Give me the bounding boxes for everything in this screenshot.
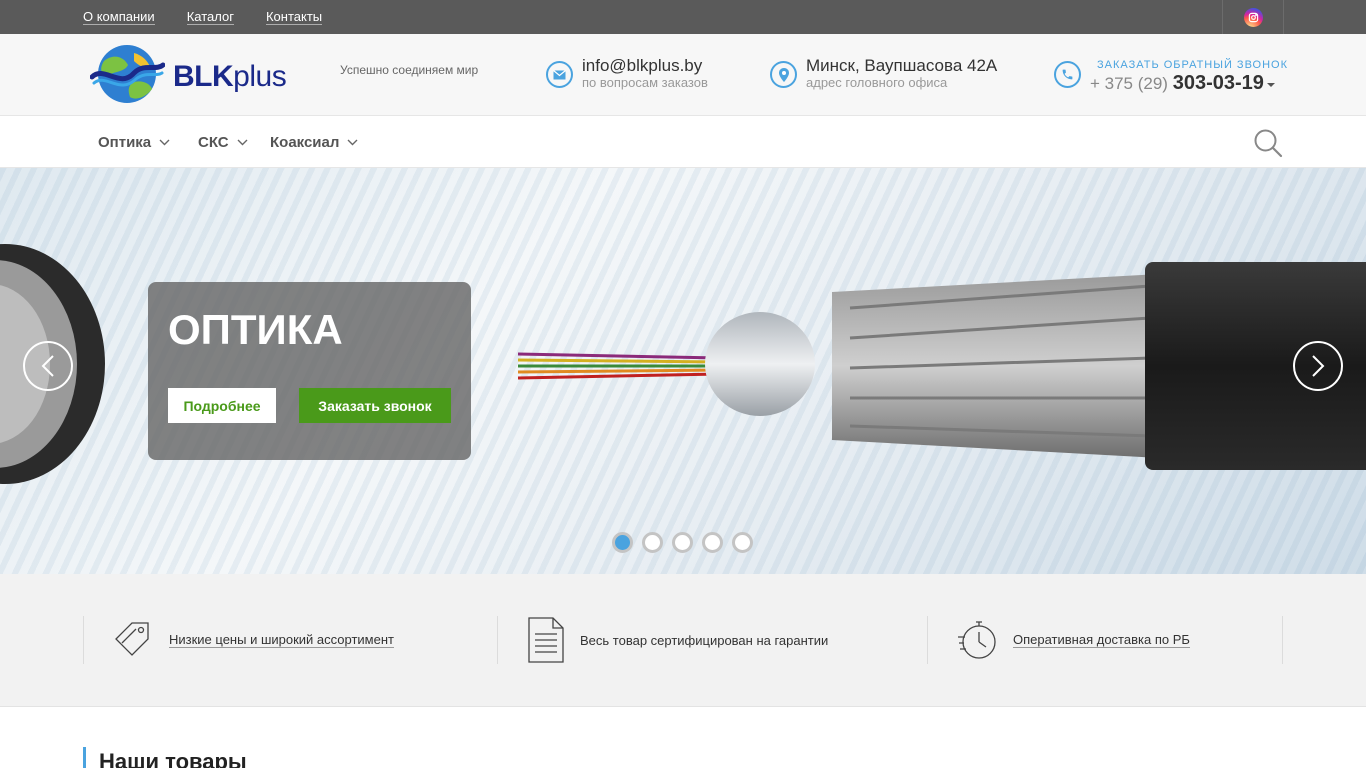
slide-caption: ОПТИКА Подробнее Заказать звонок <box>148 282 471 460</box>
slider-dot-3[interactable] <box>672 532 693 553</box>
callback-link[interactable]: ЗАКАЗАТЬ ОБРАТНЫЙ ЗВОНОК <box>1097 59 1288 71</box>
nav-item-scs[interactable]: СКС <box>198 134 248 151</box>
search-icon[interactable] <box>1253 128 1283 158</box>
email-caption: по вопросам заказов <box>582 75 708 90</box>
slider-dot-2[interactable] <box>642 532 663 553</box>
hero-slider: ОПТИКА Подробнее Заказать звонок <box>0 168 1366 574</box>
envelope-icon <box>546 61 573 88</box>
features-strip: Низкие цены и широкий ассортимент Весь т… <box>0 574 1366 707</box>
main-nav: Оптика СКС Коаксиал <box>0 116 1366 168</box>
location-pin-icon <box>770 61 797 88</box>
link-catalog[interactable]: Каталог <box>186 9 234 25</box>
divider <box>83 616 84 664</box>
phone-number[interactable]: + 375 (29) 303-03-19 <box>1090 72 1275 95</box>
nav-item-coax[interactable]: Коаксиал <box>270 134 358 151</box>
divider <box>1282 616 1283 664</box>
next-slide-button[interactable] <box>1293 341 1343 391</box>
feature-certified: Весь товар сертифицирован на гарантии <box>527 616 828 664</box>
stopwatch-icon <box>958 621 996 659</box>
chevron-right-icon <box>1312 355 1325 377</box>
order-call-button[interactable]: Заказать звонок <box>299 388 451 423</box>
chevron-down-icon <box>347 139 358 146</box>
chevron-down-icon <box>237 139 248 146</box>
divider <box>497 616 498 664</box>
price-tag-icon <box>115 622 149 656</box>
chevron-down-icon[interactable] <box>1266 82 1275 87</box>
slider-dot-1[interactable] <box>612 532 633 553</box>
globe-logo-icon <box>90 45 165 103</box>
link-contacts[interactable]: Контакты <box>265 9 323 25</box>
header: BLKplus Успешно соединяем мир info@blkpl… <box>0 34 1366 116</box>
nav-item-optics[interactable]: Оптика <box>98 134 170 151</box>
slogan: Успешно соединяем мир <box>340 63 479 77</box>
address-caption: адрес головного офиса <box>806 75 948 90</box>
chevron-left-icon <box>41 355 54 377</box>
logo-text: BLKplus <box>173 60 287 93</box>
feature-certified-text: Весь товар сертифицирован на гарантии <box>580 632 829 648</box>
feature-delivery-link[interactable]: Оперативная доставка по РБ <box>1013 632 1190 648</box>
phone-icon <box>1054 61 1081 88</box>
more-button[interactable]: Подробнее <box>168 388 276 423</box>
slider-dot-5[interactable] <box>732 532 753 553</box>
address-text: Минск, Ваупшасова 42А <box>806 56 998 75</box>
nav-item-label: Оптика <box>98 134 152 151</box>
social-links <box>1222 0 1284 34</box>
document-icon <box>528 617 564 663</box>
instagram-icon[interactable] <box>1243 7 1263 27</box>
nav-item-label: Коаксиал <box>270 134 340 151</box>
nav-item-label: СКС <box>198 134 229 151</box>
link-about[interactable]: О компании <box>83 9 155 25</box>
feature-prices-link[interactable]: Низкие цены и широкий ассортимент <box>169 632 394 648</box>
slider-dots <box>612 532 762 553</box>
top-links: О компании Каталог Контакты <box>83 0 354 34</box>
logo[interactable]: BLKplus <box>90 43 287 105</box>
section-title: Наши товары <box>83 747 247 768</box>
prev-slide-button[interactable] <box>23 341 73 391</box>
feature-delivery: Оперативная доставка по РБ <box>957 616 1190 664</box>
slider-dot-4[interactable] <box>702 532 723 553</box>
top-bar: О компании Каталог Контакты <box>0 0 1366 34</box>
chevron-down-icon <box>159 139 170 146</box>
slide-title: ОПТИКА <box>168 306 343 353</box>
feature-prices: Низкие цены и широкий ассортимент <box>112 616 394 664</box>
email-link[interactable]: info@blkplus.by <box>582 56 702 76</box>
divider <box>927 616 928 664</box>
